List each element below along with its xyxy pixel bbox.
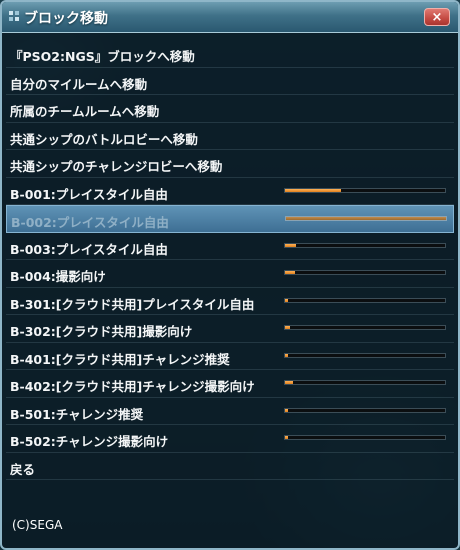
block-item[interactable]: B-502:チャレンジ撮影向け: [6, 425, 454, 453]
window-icon: [9, 11, 19, 21]
item-label: B-002:プレイスタイル自由: [11, 215, 169, 230]
back-button[interactable]: 戻る: [6, 453, 454, 480]
close-button[interactable]: ×: [424, 8, 450, 26]
block-item[interactable]: B-003:プレイスタイル自由: [6, 233, 454, 260]
block-item[interactable]: B-301:[クラウド共用]プレイスタイル自由: [6, 288, 454, 315]
item-label: B-301:[クラウド共用]プレイスタイル自由: [10, 296, 255, 312]
block-load-bar: [284, 325, 446, 330]
move-option[interactable]: 自分のマイルームへ移動: [6, 68, 454, 95]
block-load-fill: [285, 436, 289, 439]
block-load-fill: [285, 326, 290, 329]
item-label: 『PSO2:NGS』ブロックへ移動: [10, 49, 195, 64]
item-label: 自分のマイルームへ移動: [10, 76, 148, 92]
item-label: B-001:プレイスタイル自由: [10, 186, 168, 202]
item-label: 戻る: [10, 461, 36, 477]
move-option[interactable]: 所属のチームルームへ移動: [6, 95, 454, 123]
block-load-fill: [285, 271, 295, 274]
block-item[interactable]: B-004:撮影向け: [6, 260, 454, 288]
item-label: B-402:[クラウド共用]チャレンジ撮影向け: [10, 379, 255, 394]
copyright-text: (C)SEGA: [12, 518, 63, 532]
move-option[interactable]: 共通シップのチャレンジロビーへ移動: [6, 150, 454, 178]
item-label: 所属のチームルームへ移動: [10, 104, 160, 119]
block-load-bar: [284, 270, 446, 275]
block-item[interactable]: B-501:チャレンジ推奨: [6, 398, 454, 425]
block-load-fill: [286, 217, 446, 220]
block-item[interactable]: B-302:[クラウド共用]撮影向け: [6, 315, 454, 343]
item-label: B-502:チャレンジ撮影向け: [10, 434, 169, 449]
title-bar: ブロック移動 ×: [2, 2, 458, 33]
block-item[interactable]: B-402:[クラウド共用]チャレンジ撮影向け: [6, 370, 454, 398]
item-label: B-004:撮影向け: [10, 269, 106, 284]
block-load-fill: [285, 298, 289, 302]
block-load-fill: [285, 381, 293, 384]
item-label: B-501:チャレンジ推奨: [10, 406, 144, 422]
block-load-bar: [284, 407, 446, 413]
block-item[interactable]: B-401:[クラウド共用]チャレンジ推奨: [6, 343, 454, 370]
block-item[interactable]: B-002:プレイスタイル自由: [6, 205, 454, 233]
block-load-fill: [285, 408, 289, 412]
block-load-fill: [285, 353, 289, 357]
block-load-bar: [284, 352, 446, 358]
close-icon: ×: [431, 9, 443, 25]
item-label: B-003:プレイスタイル自由: [10, 241, 168, 257]
block-item[interactable]: B-001:プレイスタイル自由: [6, 178, 454, 205]
item-label: 共通シップのバトルロビーへ移動: [10, 131, 198, 147]
block-load-bar: [284, 242, 446, 248]
window-title: ブロック移動: [24, 11, 108, 27]
block-load-bar: [285, 216, 447, 221]
block-load-fill: [285, 188, 341, 192]
block-move-window: ブロック移動 × 『PSO2:NGS』ブロックへ移動 自分のマイルームへ移動 所属の…: [0, 0, 460, 550]
move-option[interactable]: 共通シップのバトルロビーへ移動: [6, 123, 454, 150]
block-load-bar: [284, 187, 446, 193]
block-load-bar: [284, 297, 446, 303]
destination-list: 『PSO2:NGS』ブロックへ移動 自分のマイルームへ移動 所属のチームルームへ移動…: [6, 40, 454, 480]
item-label: 共通シップのチャレンジロビーへ移動: [10, 159, 223, 174]
block-load-fill: [285, 243, 297, 247]
block-load-bar: [284, 435, 446, 440]
block-load-bar: [284, 380, 446, 385]
item-label: B-401:[クラウド共用]チャレンジ推奨: [10, 351, 230, 367]
item-label: B-302:[クラウド共用]撮影向け: [10, 324, 193, 339]
move-option[interactable]: 『PSO2:NGS』ブロックへ移動: [6, 40, 454, 68]
